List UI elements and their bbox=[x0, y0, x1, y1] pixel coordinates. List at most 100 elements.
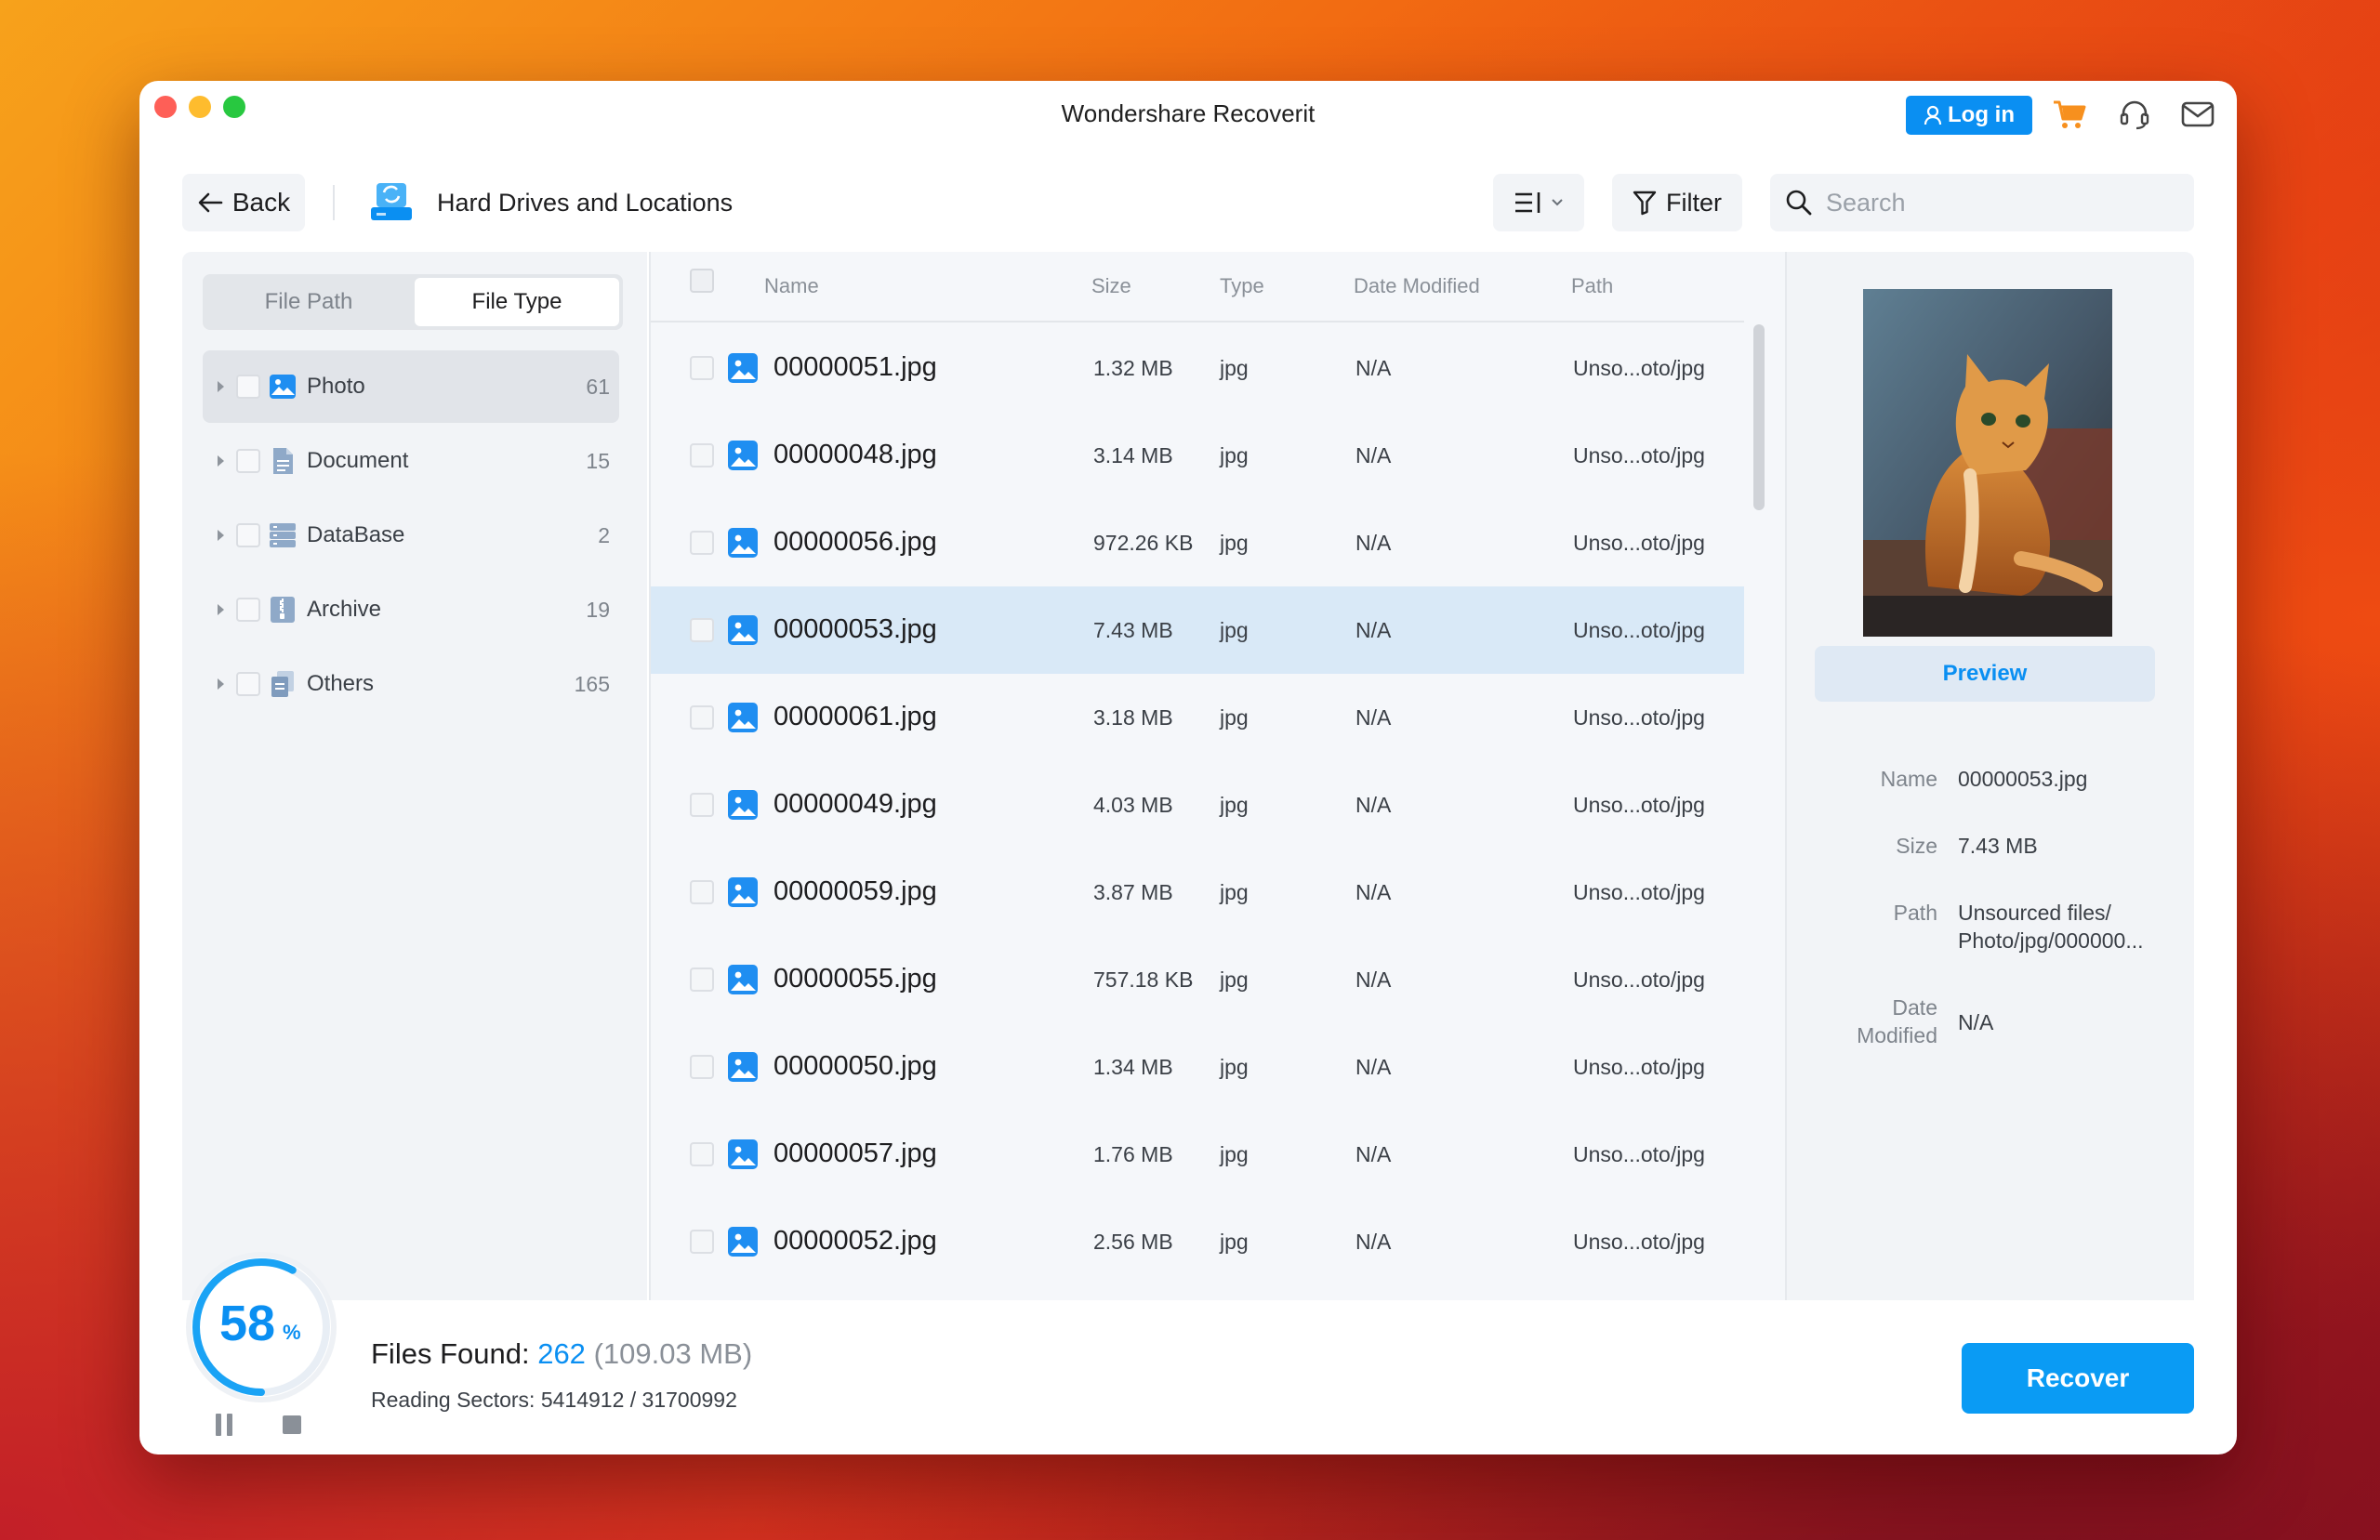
row-checkbox[interactable] bbox=[690, 1055, 714, 1079]
file-size: 1.34 MB bbox=[1093, 1055, 1173, 1079]
tree-checkbox[interactable] bbox=[236, 672, 260, 696]
image-file-icon bbox=[728, 1227, 758, 1257]
file-type: jpg bbox=[1220, 531, 1249, 555]
back-button[interactable]: Back bbox=[182, 174, 305, 231]
image-file-icon bbox=[728, 1052, 758, 1082]
table-row[interactable]: 00000055.jpg 757.18 KB jpg N/A Unso...oto/jp… bbox=[651, 936, 1744, 1023]
table-row[interactable]: 00000051.jpg 1.32 MB jpg N/A Unso...oto/jpg bbox=[651, 324, 1744, 412]
login-button[interactable]: Log in bbox=[1906, 96, 2032, 135]
meta-date-label-line2: Modified bbox=[1857, 1023, 1937, 1047]
column-header-name[interactable]: Name bbox=[764, 274, 819, 298]
filter-button[interactable]: Filter bbox=[1612, 174, 1742, 231]
meta-size-label: Size bbox=[1896, 834, 1937, 858]
file-date-modified: N/A bbox=[1355, 531, 1392, 555]
file-date-modified: N/A bbox=[1355, 793, 1392, 817]
preview-button[interactable]: Preview bbox=[1815, 646, 2155, 702]
tab-file-type[interactable]: File Type bbox=[415, 278, 619, 326]
cart-icon[interactable] bbox=[2051, 96, 2088, 133]
file-date-modified: N/A bbox=[1355, 1055, 1392, 1079]
row-checkbox[interactable] bbox=[690, 793, 714, 817]
search-box[interactable] bbox=[1770, 174, 2194, 231]
file-type: jpg bbox=[1220, 967, 1249, 992]
expand-arrow-icon[interactable] bbox=[218, 530, 224, 541]
file-name: 00000061.jpg bbox=[774, 702, 937, 731]
table-row[interactable]: 00000049.jpg 4.03 MB jpg N/A Unso...oto/jpg bbox=[651, 761, 1744, 849]
expand-arrow-icon[interactable] bbox=[218, 381, 224, 392]
file-size: 1.32 MB bbox=[1093, 356, 1173, 380]
tab-file-path[interactable]: File Path bbox=[206, 278, 411, 326]
table-row[interactable]: 00000053.jpg 7.43 MB jpg N/A Unso...oto/jpg bbox=[651, 586, 1744, 674]
table-scrollbar[interactable] bbox=[1753, 324, 1765, 510]
row-checkbox[interactable] bbox=[690, 618, 714, 642]
image-file-icon bbox=[728, 965, 758, 994]
column-header-date[interactable]: Date Modified bbox=[1354, 274, 1480, 298]
select-all-checkbox[interactable] bbox=[690, 269, 714, 293]
row-checkbox[interactable] bbox=[690, 880, 714, 904]
expand-arrow-icon[interactable] bbox=[218, 604, 224, 615]
login-label: Log in bbox=[1948, 102, 2015, 127]
column-header-size[interactable]: Size bbox=[1091, 274, 1131, 298]
tree-checkbox[interactable] bbox=[236, 375, 260, 399]
headset-icon[interactable] bbox=[2116, 96, 2153, 133]
meta-size-value: 7.43 MB bbox=[1958, 834, 2038, 858]
table-row[interactable]: 00000056.jpg 972.26 KB jpg N/A Unso...oto/jp… bbox=[651, 499, 1744, 586]
file-path: Unso...oto/jpg bbox=[1573, 1142, 1705, 1166]
expand-arrow-icon[interactable] bbox=[218, 678, 224, 690]
tree-item-others[interactable]: Others 165 bbox=[203, 648, 619, 720]
mail-icon[interactable] bbox=[2179, 96, 2216, 133]
meta-date-label-line1: Date bbox=[1892, 995, 1937, 1020]
table-row[interactable]: 00000059.jpg 3.87 MB jpg N/A Unso...oto/jpg bbox=[651, 849, 1744, 936]
row-checkbox[interactable] bbox=[690, 356, 714, 380]
file-name: 00000053.jpg bbox=[774, 614, 937, 644]
file-size: 757.18 KB bbox=[1093, 967, 1194, 992]
pause-button[interactable] bbox=[216, 1414, 238, 1436]
table-row[interactable]: 00000052.jpg 2.56 MB jpg N/A Unso...oto/jpg bbox=[651, 1198, 1744, 1285]
table-row[interactable]: 00000061.jpg 3.18 MB jpg N/A Unso...oto/jpg bbox=[651, 674, 1744, 761]
back-label: Back bbox=[231, 188, 291, 217]
file-path: Unso...oto/jpg bbox=[1573, 1055, 1705, 1079]
file-name: 00000049.jpg bbox=[774, 789, 937, 819]
file-table: Name Size Type Date Modified Path 000000… bbox=[649, 252, 1787, 1300]
tree-item-photo[interactable]: Photo 61 bbox=[203, 350, 619, 423]
file-date-modified: N/A bbox=[1355, 443, 1392, 467]
user-icon bbox=[1924, 105, 1942, 125]
chevron-down-icon bbox=[1552, 199, 1563, 206]
filter-icon bbox=[1633, 191, 1657, 216]
tree-label: Archive bbox=[307, 597, 382, 622]
tree-item-database[interactable]: DataBase 2 bbox=[203, 499, 619, 572]
progress-percent-sign: % bbox=[283, 1321, 301, 1344]
image-file-icon bbox=[728, 790, 758, 820]
file-size: 3.18 MB bbox=[1093, 705, 1173, 730]
table-row[interactable]: 00000057.jpg 1.76 MB jpg N/A Unso...oto/jpg bbox=[651, 1111, 1744, 1198]
table-row[interactable]: 00000048.jpg 3.14 MB jpg N/A Unso...oto/jpg bbox=[651, 412, 1744, 499]
row-checkbox[interactable] bbox=[690, 705, 714, 730]
filter-label: Filter bbox=[1666, 188, 1722, 217]
row-checkbox[interactable] bbox=[690, 443, 714, 467]
row-checkbox[interactable] bbox=[690, 1230, 714, 1254]
tree-checkbox[interactable] bbox=[236, 449, 260, 473]
view-mode-button[interactable] bbox=[1493, 174, 1584, 231]
tree-item-archive[interactable]: Archive 19 bbox=[203, 573, 619, 646]
meta-name-value: 00000053.jpg bbox=[1958, 767, 2088, 791]
file-date-modified: N/A bbox=[1355, 880, 1392, 904]
search-input[interactable] bbox=[1826, 188, 2179, 217]
expand-arrow-icon[interactable] bbox=[218, 455, 224, 467]
tree-checkbox[interactable] bbox=[236, 523, 260, 547]
file-path: Unso...oto/jpg bbox=[1573, 880, 1705, 904]
meta-path-value-line1: Unsourced files/ bbox=[1958, 901, 2111, 925]
table-row[interactable]: 00000050.jpg 1.34 MB jpg N/A Unso...oto/jpg bbox=[651, 1023, 1744, 1111]
tree-checkbox[interactable] bbox=[236, 598, 260, 622]
stop-button[interactable] bbox=[283, 1415, 301, 1434]
file-size: 4.03 MB bbox=[1093, 793, 1173, 817]
column-header-path[interactable]: Path bbox=[1571, 274, 1613, 298]
file-name: 00000052.jpg bbox=[774, 1226, 937, 1256]
row-checkbox[interactable] bbox=[690, 1142, 714, 1166]
row-checkbox[interactable] bbox=[690, 531, 714, 555]
recover-button[interactable]: Recover bbox=[1962, 1343, 2194, 1414]
meta-path-value-line2: Photo/jpg/000000... bbox=[1958, 928, 2144, 953]
file-size: 972.26 KB bbox=[1093, 531, 1194, 555]
tree-item-document[interactable]: Document 15 bbox=[203, 425, 619, 497]
column-header-type[interactable]: Type bbox=[1220, 274, 1264, 298]
row-checkbox[interactable] bbox=[690, 967, 714, 992]
file-name: 00000051.jpg bbox=[774, 352, 937, 382]
